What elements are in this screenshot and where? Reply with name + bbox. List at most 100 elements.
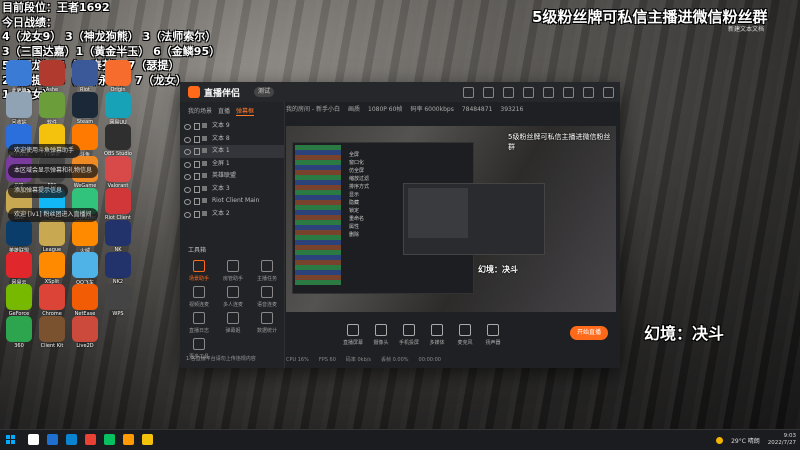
minimize-icon[interactable] xyxy=(563,87,574,98)
windows-start-icon[interactable] xyxy=(6,435,15,444)
tool-item[interactable]: 主播任务 xyxy=(250,260,284,282)
app-icon[interactable] xyxy=(105,220,131,246)
app-icon[interactable] xyxy=(72,284,98,310)
tool-item[interactable]: 场景助手 xyxy=(182,260,216,282)
control-label: 摄像头 xyxy=(373,340,389,346)
app-icon[interactable] xyxy=(105,92,131,118)
eye-icon[interactable] xyxy=(184,124,191,130)
app-icon[interactable] xyxy=(105,252,131,278)
control-button[interactable]: 麦克风 xyxy=(450,324,480,346)
app-icon[interactable] xyxy=(6,316,32,342)
source-row[interactable]: 文本 9 xyxy=(180,120,284,133)
app-icon[interactable] xyxy=(105,156,131,182)
source-row[interactable]: 全屏 1 xyxy=(180,158,284,171)
taskbar-app-icon[interactable] xyxy=(66,434,77,445)
record-icon[interactable] xyxy=(463,87,474,98)
banner-caption: 新建文本文档 xyxy=(728,26,765,33)
clock[interactable]: 9:03 2022/7/27 xyxy=(768,433,796,447)
source-list: 文本 9 文本 8 文本 1 全屏 1 英雄联盟 文本 3 Riot Client Main… xyxy=(180,120,284,220)
source-row[interactable]: 文本 2 xyxy=(180,208,284,221)
app-icon[interactable] xyxy=(72,252,98,278)
tool-item[interactable]: 多人连麦 xyxy=(216,286,250,308)
taskbar-app-icon[interactable] xyxy=(47,434,58,445)
tool-item[interactable]: 直播日志 xyxy=(182,312,216,334)
control-icon xyxy=(403,324,415,336)
start-live-button[interactable]: 开始直播 xyxy=(570,326,608,340)
source-row[interactable]: 文本 1 xyxy=(180,145,284,158)
taskbar-app-icon[interactable] xyxy=(142,434,153,445)
taskbar-app-icon[interactable] xyxy=(123,434,134,445)
control-label: 扬声器 xyxy=(485,340,501,346)
scene-tab[interactable]: 我的场景 xyxy=(188,106,212,116)
app-icon[interactable] xyxy=(105,284,131,310)
lock-icon[interactable] xyxy=(194,210,200,218)
app-icon[interactable] xyxy=(72,316,98,342)
app-icon[interactable] xyxy=(39,316,65,342)
lock-icon[interactable] xyxy=(194,148,200,155)
app-icon[interactable] xyxy=(105,60,131,86)
lock-icon[interactable] xyxy=(194,160,200,168)
lock-icon[interactable] xyxy=(194,135,200,143)
control-button[interactable]: 手机投屏 xyxy=(394,324,424,346)
source-row[interactable]: 文本 8 xyxy=(180,133,284,146)
eye-icon[interactable] xyxy=(184,161,191,168)
eye-icon[interactable] xyxy=(184,186,191,193)
app-icon[interactable] xyxy=(39,284,65,310)
maximize-icon[interactable] xyxy=(583,87,594,98)
source-row[interactable]: 文本 3 xyxy=(180,183,284,196)
control-button[interactable]: 摄像头 xyxy=(366,324,396,346)
app-icon[interactable] xyxy=(39,252,65,278)
eye-icon[interactable] xyxy=(184,149,191,155)
taskbar-app-icon[interactable] xyxy=(28,434,39,445)
settings-icon[interactable] xyxy=(523,87,534,98)
tool-item[interactable]: 弹幕姬 xyxy=(216,312,250,334)
tool-item[interactable]: 房管助手 xyxy=(216,260,250,282)
app-icon[interactable] xyxy=(6,252,32,278)
lock-icon[interactable] xyxy=(194,173,200,180)
app-icon[interactable] xyxy=(105,124,131,150)
source-label: 文本 1 xyxy=(212,147,230,154)
menu-item: 显示 xyxy=(349,192,360,198)
taskbar-app-icon[interactable] xyxy=(85,434,96,445)
app-icon[interactable] xyxy=(6,60,32,86)
app-icon[interactable] xyxy=(6,284,32,310)
app-icon[interactable] xyxy=(72,60,98,86)
app-icon[interactable] xyxy=(6,220,32,246)
app-icon[interactable] xyxy=(39,220,65,246)
mail-icon[interactable] xyxy=(503,87,514,98)
menu-item: 全屏 xyxy=(349,152,360,158)
scene-tab[interactable]: 弹幕框 xyxy=(236,106,255,116)
app-icon[interactable] xyxy=(72,92,98,118)
app-icon[interactable] xyxy=(39,60,65,86)
source-row[interactable]: Riot Client Main xyxy=(180,195,284,208)
notification-chip: 欢迎使用斗鱼弹幕助手 xyxy=(8,144,81,158)
app-icon[interactable] xyxy=(39,92,65,118)
eye-icon[interactable] xyxy=(184,211,191,218)
eye-icon[interactable] xyxy=(184,136,191,143)
cast-icon[interactable] xyxy=(483,87,494,98)
app-icon[interactable] xyxy=(72,220,98,246)
lock-icon[interactable] xyxy=(194,123,200,130)
tool-item[interactable]: 语音连麦 xyxy=(250,286,284,308)
app-icon[interactable] xyxy=(105,188,131,214)
taskbar-app-icon[interactable] xyxy=(104,434,115,445)
window-controls xyxy=(463,87,614,98)
scene-tab[interactable]: 直播 xyxy=(218,106,230,116)
eye-icon[interactable] xyxy=(184,174,191,180)
lock-icon[interactable] xyxy=(194,198,200,205)
control-button[interactable]: 多媒体 xyxy=(422,324,452,346)
control-button[interactable]: 扬声器 xyxy=(478,324,508,346)
stream-preview[interactable]: 全屏 窗口化 仿全屏 缩放过滤 排序方式 显示 隐藏 锁定 重命名 属性 删除 5级粉丝牌可私信主播… xyxy=(286,126,616,312)
menu-icon[interactable] xyxy=(543,87,554,98)
tool-item[interactable]: 视频连麦 xyxy=(182,286,216,308)
notification-chip: 添加弹幕提示信息 xyxy=(8,184,69,198)
app-icon[interactable] xyxy=(6,92,32,118)
eye-icon[interactable] xyxy=(184,199,191,205)
control-button[interactable]: 直播屏幕 xyxy=(338,324,368,346)
tool-item[interactable]: 数据统计 xyxy=(250,312,284,334)
lock-icon[interactable] xyxy=(194,185,200,193)
close-icon[interactable] xyxy=(603,87,614,98)
source-row[interactable]: 英雄联盟 xyxy=(180,170,284,183)
status-row: CPU 16% FPS 60 码率 0kb/s 丢帧 0.00% 00:00:00 xyxy=(286,356,616,366)
notification-chip: 本区域会显示弹幕和礼物信息 xyxy=(8,164,99,178)
